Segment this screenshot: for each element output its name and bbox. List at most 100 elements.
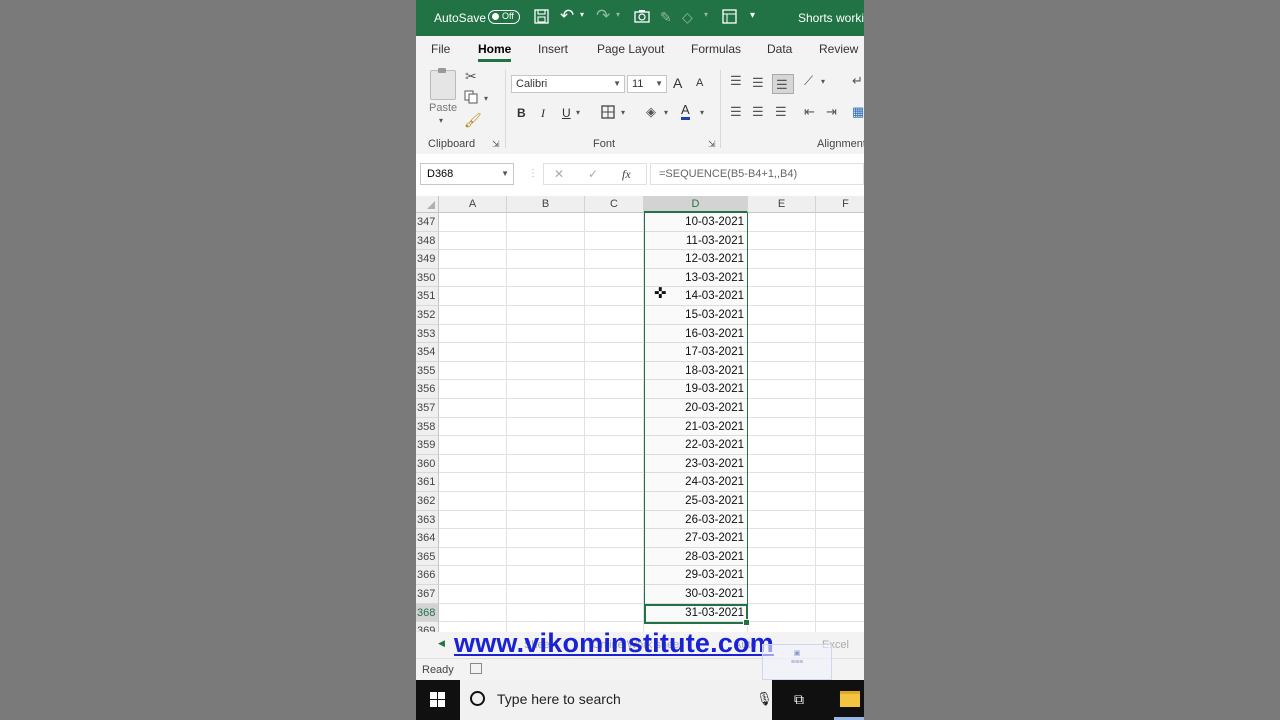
- font-name-dropdown[interactable]: Calibri ▼: [511, 75, 625, 93]
- row-header[interactable]: 361: [416, 473, 439, 492]
- cell-e[interactable]: [748, 306, 816, 325]
- align-right-icon[interactable]: ☰: [775, 104, 787, 120]
- microphone-icon[interactable]: 🎙: [756, 691, 773, 707]
- cell-d[interactable]: 12-03-2021: [644, 250, 748, 269]
- cell-d[interactable]: 24-03-2021: [644, 473, 748, 492]
- cell-e[interactable]: [748, 250, 816, 269]
- cell-f[interactable]: [816, 306, 864, 325]
- cell-d[interactable]: 30-03-2021: [644, 585, 748, 604]
- cell-b[interactable]: [507, 250, 585, 269]
- cell-d[interactable]: 27-03-2021: [644, 529, 748, 548]
- tab-home[interactable]: Home: [478, 42, 512, 62]
- cell-e[interactable]: [748, 473, 816, 492]
- cell-f[interactable]: [816, 529, 864, 548]
- select-all-button[interactable]: [416, 196, 439, 213]
- row-header[interactable]: 351: [416, 287, 439, 306]
- cell-d[interactable]: 10-03-2021: [644, 213, 748, 232]
- underline-dropdown-icon[interactable]: ▾: [576, 108, 580, 117]
- cell-f[interactable]: [816, 455, 864, 474]
- worksheet-grid[interactable]: A B C D E F 347 10-03-2021 348 11-03-2021 34…: [416, 196, 864, 632]
- cut-icon[interactable]: ✂: [465, 68, 477, 85]
- bold-button[interactable]: B: [517, 106, 526, 120]
- borders-icon[interactable]: [601, 105, 615, 122]
- cell-a[interactable]: [439, 454, 507, 474]
- copy-dropdown-icon[interactable]: ▾: [484, 94, 488, 103]
- cell-e[interactable]: [748, 380, 816, 399]
- orientation-icon[interactable]: ⟋: [804, 73, 813, 89]
- cell-a[interactable]: [439, 399, 507, 418]
- row-header[interactable]: 350: [416, 268, 439, 288]
- formula-bar-grip-icon[interactable]: ⋮: [528, 168, 538, 179]
- shapes-icon[interactable]: ◇: [682, 9, 693, 26]
- paste-dropdown-icon[interactable]: ▾: [439, 116, 443, 125]
- save-icon[interactable]: [534, 9, 549, 27]
- italic-button[interactable]: I: [541, 106, 545, 121]
- cell-f[interactable]: [816, 232, 864, 251]
- cell-d[interactable]: 18-03-2021: [644, 361, 748, 381]
- clipboard-launcher-icon[interactable]: ⇲: [492, 139, 500, 150]
- cell-e[interactable]: [748, 287, 816, 306]
- cell-f[interactable]: [816, 399, 864, 418]
- cell-f[interactable]: [816, 492, 864, 511]
- redo-icon[interactable]: ↷: [596, 6, 610, 26]
- cell-a[interactable]: [439, 231, 507, 251]
- cell-a[interactable]: [439, 510, 507, 530]
- cell-d[interactable]: 15-03-2021: [644, 306, 748, 325]
- align-middle-icon[interactable]: ☰: [752, 75, 764, 91]
- cell-a[interactable]: [439, 306, 507, 325]
- tab-data[interactable]: Data: [767, 42, 792, 56]
- column-header-f[interactable]: F: [816, 196, 864, 213]
- tab-page-layout[interactable]: Page Layout: [597, 42, 664, 56]
- camera-icon[interactable]: [634, 9, 650, 26]
- cell-e[interactable]: [748, 585, 816, 604]
- name-box[interactable]: D368 ▼: [420, 163, 514, 185]
- cell-a[interactable]: [439, 213, 507, 232]
- macro-record-icon[interactable]: [470, 663, 482, 674]
- taskbar-search[interactable]: Type here to search 🎙: [460, 680, 773, 720]
- cell-a[interactable]: [439, 250, 507, 269]
- cell-f[interactable]: [816, 548, 864, 567]
- prev-sheet-icon[interactable]: ◀: [438, 638, 445, 649]
- cell-f[interactable]: [816, 566, 864, 585]
- cell-c[interactable]: [585, 250, 644, 269]
- cell-e[interactable]: [748, 492, 816, 511]
- row-header[interactable]: 359: [416, 436, 439, 455]
- cell-b[interactable]: [507, 287, 585, 306]
- cell-f[interactable]: [816, 325, 864, 344]
- cell-a[interactable]: [439, 380, 507, 399]
- cell-f[interactable]: [816, 380, 864, 399]
- cell-e[interactable]: [748, 399, 816, 418]
- cell-a[interactable]: [439, 287, 507, 306]
- cell-a[interactable]: [439, 566, 507, 585]
- copy-icon[interactable]: [464, 90, 478, 107]
- row-header[interactable]: 353: [416, 324, 439, 344]
- cell-d[interactable]: 31-03-2021: [644, 603, 748, 623]
- cell-a[interactable]: [439, 585, 507, 604]
- cell-c[interactable]: [585, 324, 644, 344]
- font-color-dropdown-icon[interactable]: ▾: [700, 108, 704, 117]
- cell-f[interactable]: [816, 343, 864, 362]
- cell-e[interactable]: [748, 231, 816, 251]
- align-center-icon[interactable]: ☰: [752, 104, 764, 120]
- cell-b[interactable]: [507, 268, 585, 288]
- cell-a[interactable]: [439, 529, 507, 548]
- undo-dropdown-icon[interactable]: ▾: [580, 10, 584, 19]
- cell-b[interactable]: [507, 213, 585, 232]
- row-header[interactable]: 367: [416, 585, 439, 604]
- paste-icon[interactable]: [430, 68, 456, 100]
- align-left-icon[interactable]: ☰: [730, 104, 742, 120]
- cell-f[interactable]: [816, 362, 864, 381]
- column-header-c[interactable]: C: [585, 196, 644, 213]
- cell-f[interactable]: [816, 269, 864, 288]
- cell-b[interactable]: [507, 343, 585, 362]
- cell-a[interactable]: [439, 324, 507, 344]
- cell-d[interactable]: 17-03-2021: [644, 343, 748, 362]
- cell-d[interactable]: 19-03-2021: [644, 380, 748, 399]
- fill-color-icon[interactable]: ◈: [646, 104, 656, 120]
- cell-b[interactable]: [507, 566, 585, 585]
- cell-b[interactable]: [507, 361, 585, 381]
- cell-c[interactable]: [585, 585, 644, 604]
- increase-indent-icon[interactable]: ⇥: [826, 104, 837, 120]
- underline-button[interactable]: U: [562, 106, 571, 120]
- shapes-dropdown-icon[interactable]: ▾: [704, 10, 708, 19]
